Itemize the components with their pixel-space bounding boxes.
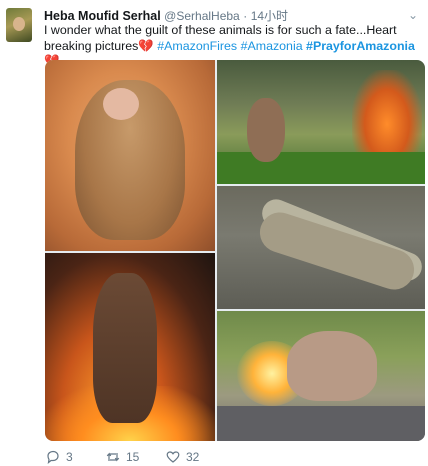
- timestamp[interactable]: 14小时: [251, 9, 288, 23]
- media-grid: [45, 60, 425, 441]
- photo-monkey-forest-fire[interactable]: [217, 60, 425, 184]
- sloth-figure: [254, 207, 420, 295]
- elephant-figure: [287, 331, 377, 401]
- author-handle[interactable]: @SerhalHeba: [164, 9, 240, 23]
- hashtag-amazonfires[interactable]: #AmazonFires: [157, 39, 237, 53]
- heart-icon: [166, 450, 180, 464]
- monkey-face: [103, 88, 139, 120]
- retweet-button[interactable]: 15: [106, 449, 139, 465]
- reply-button[interactable]: 3: [46, 449, 73, 465]
- photo-elephant-fire[interactable]: [217, 311, 425, 441]
- broken-heart-icon: 💔: [138, 38, 154, 53]
- monkey-figure: [247, 98, 285, 162]
- like-count: 32: [186, 450, 200, 464]
- reply-icon: [46, 450, 60, 464]
- tweet-text-line2: breaking pictures: [44, 38, 139, 53]
- avatar[interactable]: [6, 8, 32, 42]
- separator: ·: [243, 9, 248, 23]
- forest-floor: [217, 152, 425, 184]
- photo-crying-monkey[interactable]: [45, 60, 215, 251]
- hashtag-amazonia[interactable]: #Amazonia: [241, 39, 303, 53]
- bear-figure: [93, 273, 157, 423]
- retweet-icon: [106, 450, 120, 464]
- road: [217, 406, 425, 441]
- photo-sloth-burnt-log[interactable]: [217, 186, 425, 309]
- retweet-count: 15: [126, 450, 140, 464]
- fire-glow: [352, 70, 422, 160]
- chevron-down-icon[interactable]: ⌄: [406, 8, 420, 22]
- reply-count: 3: [66, 450, 73, 464]
- tweet-text-line1: I wonder what the guilt of these animals…: [44, 23, 397, 37]
- photo-bear-in-fire[interactable]: [45, 253, 215, 441]
- author-name[interactable]: Heba Moufid Serhal: [44, 9, 161, 23]
- tweet-header: Heba Moufid Serhal @SerhalHeba · 14小时: [44, 8, 398, 24]
- hashtag-prayforamazonia[interactable]: #PrayforAmazonia: [306, 39, 415, 53]
- tweet-card[interactable]: Heba Moufid Serhal @SerhalHeba · 14小时 ⌄ …: [0, 0, 428, 466]
- like-button[interactable]: 32: [166, 449, 199, 465]
